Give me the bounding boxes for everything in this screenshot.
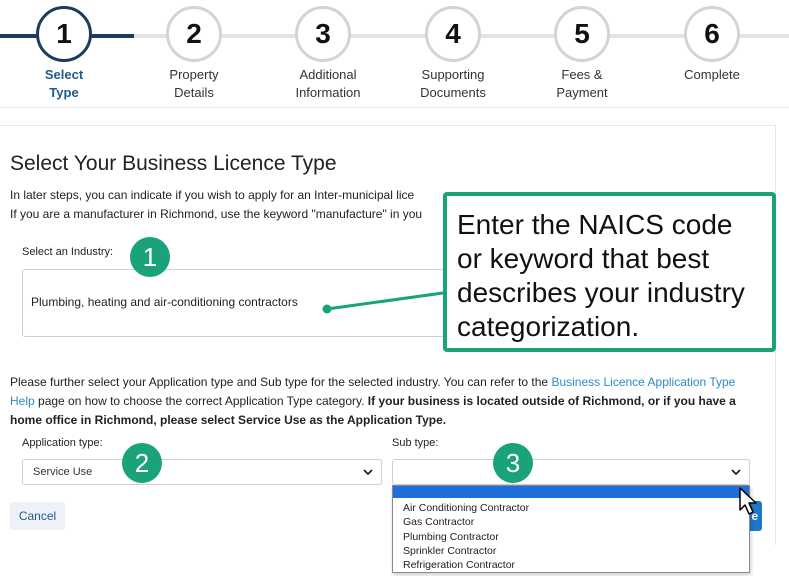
step-label: Select Type: [44, 67, 84, 100]
chevron-down-icon: [731, 469, 741, 476]
step-additional-information[interactable]: 3 Additional Information: [263, 6, 383, 102]
application-type-label: Application type:: [22, 437, 103, 449]
step-number: 4: [425, 6, 481, 62]
step-select-type[interactable]: 1 Select Type: [4, 6, 124, 102]
step-number: 6: [684, 6, 740, 62]
sub-type-option[interactable]: Sprinkler Contractor: [393, 544, 749, 558]
annotation-callout: Enter the NAICS code or keyword that bes…: [443, 192, 776, 352]
mouse-cursor-icon: [739, 487, 757, 515]
intro-line-2: If you are a manufacturer in Richmond, u…: [10, 207, 423, 221]
intro-line-1: In later steps, you can indicate if you …: [10, 188, 415, 202]
annotation-badge-2: 2: [122, 443, 162, 483]
application-type-instructions: Please further select your Application t…: [10, 373, 760, 430]
step-label: Additional Information: [295, 67, 361, 100]
step-fees-payment[interactable]: 5 Fees & Payment: [522, 6, 642, 102]
industry-selected-value[interactable]: Plumbing, heating and air-conditioning c…: [31, 295, 298, 309]
sub-type-option[interactable]: Gas Contractor: [393, 515, 749, 529]
step-number: 2: [166, 6, 222, 62]
sub-type-option[interactable]: Refrigeration Contractor: [393, 558, 749, 572]
application-type-select[interactable]: Service Use: [22, 459, 382, 485]
sub-type-option[interactable]: Air Conditioning Contractor: [393, 501, 749, 515]
step-label: Complete: [684, 67, 740, 82]
step-label: Fees & Payment: [556, 67, 608, 100]
step-label: Property Details: [169, 67, 219, 100]
sub-type-option[interactable]: Plumbing Contractor: [393, 530, 749, 544]
intro-text: In later steps, you can indicate if you …: [10, 186, 450, 224]
annotation-badge-3: 3: [493, 443, 533, 483]
sub-type-label: Sub type:: [392, 437, 439, 449]
instructions-text-2: page on how to choose the correct Applic…: [34, 394, 368, 408]
step-complete[interactable]: 6 Complete: [652, 6, 772, 84]
industry-label: Select an Industry:: [22, 246, 114, 258]
sub-type-select[interactable]: [392, 459, 750, 485]
application-type-value: Service Use: [33, 466, 93, 478]
dropdown-highlighted-option[interactable]: [393, 486, 749, 498]
step-supporting-documents[interactable]: 4 Supporting Documents: [393, 6, 513, 102]
step-property-details[interactable]: 2 Property Details: [134, 6, 254, 102]
step-label: Supporting Documents: [420, 67, 486, 100]
sub-type-dropdown-list: Air Conditioning Contractor Gas Contract…: [392, 485, 750, 573]
step-number: 3: [295, 6, 351, 62]
progress-stepper: 1 Select Type 2 Property Details 3 Addit…: [0, 0, 789, 108]
annotation-badge-1: 1: [130, 237, 170, 277]
step-number: 5: [554, 6, 610, 62]
instructions-text: Please further select your Application t…: [10, 375, 552, 389]
cancel-button[interactable]: Cancel: [10, 502, 65, 530]
page-title: Select Your Business Licence Type: [10, 152, 337, 175]
step-number: 1: [36, 6, 92, 62]
chevron-down-icon: [363, 469, 373, 476]
